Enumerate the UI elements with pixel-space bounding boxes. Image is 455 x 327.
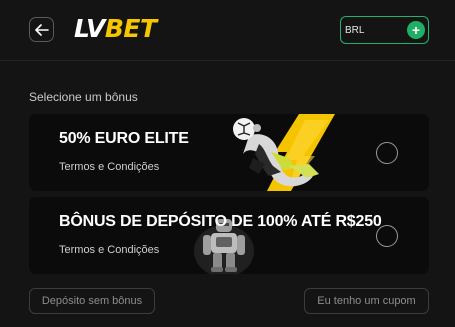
have-coupon-button[interactable]: Eu tenho um cupom [304, 288, 429, 314]
bonus-title: BÔNUS DE DEPÓSITO DE 100% ATÉ R$250 [59, 213, 382, 230]
terms-link[interactable]: Termos e Condições [59, 244, 159, 256]
logo-bet-text: BET [104, 14, 157, 43]
bonus-radio[interactable] [376, 225, 398, 247]
deposit-without-bonus-button[interactable]: Depósito sem bônus [29, 288, 155, 314]
terms-link[interactable]: Termos e Condições [59, 161, 159, 173]
back-button[interactable] [29, 17, 54, 42]
logo-lv-text: LV [74, 14, 105, 43]
bonus-title: 50% EURO ELITE [59, 130, 189, 147]
bonus-card-deposit-100[interactable]: BÔNUS DE DEPÓSITO DE 100% ATÉ R$250 Term… [29, 197, 429, 274]
bonus-radio[interactable] [376, 142, 398, 164]
select-bonus-heading: Selecione um bônus [29, 90, 138, 104]
header-bar: LVBET BRL + [0, 0, 455, 61]
arrow-left-icon [34, 23, 49, 36]
plus-icon[interactable]: + [407, 21, 425, 39]
lvbet-logo[interactable]: LVBET [74, 14, 157, 44]
soccer-goalkeeper-lightning-image [233, 114, 335, 191]
bonus-card-euro-elite[interactable]: 50% EURO ELITE Termos e Condições [29, 114, 429, 191]
currency-code: BRL [345, 24, 365, 36]
currency-selector[interactable]: BRL + [340, 16, 429, 44]
